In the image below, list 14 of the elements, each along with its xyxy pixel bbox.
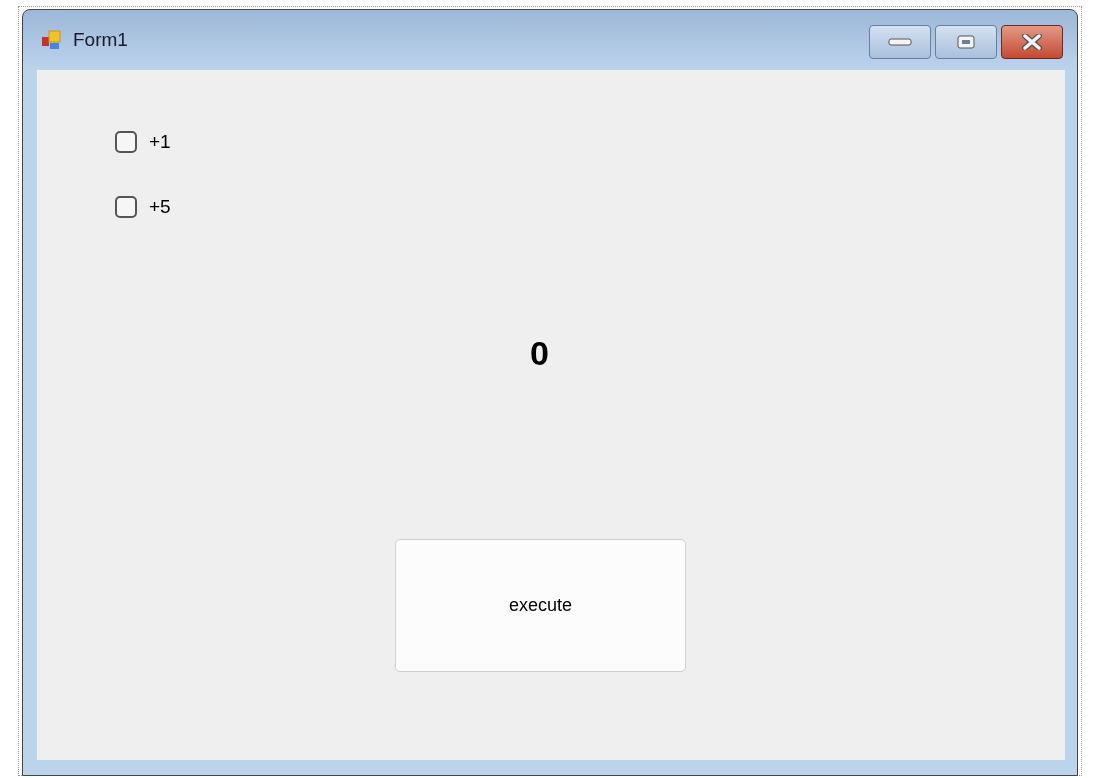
close-button[interactable] [1001, 25, 1063, 59]
app-icon [41, 29, 63, 51]
checkbox-label: +5 [149, 196, 171, 218]
close-icon [1021, 34, 1043, 50]
maximize-icon [957, 35, 975, 49]
checkbox[interactable] [115, 131, 137, 153]
checkbox[interactable] [115, 196, 137, 218]
minimize-button[interactable] [869, 25, 931, 59]
window-title: Form1 [73, 29, 129, 51]
maximize-button[interactable] [935, 25, 997, 59]
checkbox-label: +1 [149, 131, 171, 153]
result-label: 0 [530, 334, 549, 373]
execute-button[interactable]: execute [395, 539, 686, 672]
minimize-icon [888, 37, 912, 47]
